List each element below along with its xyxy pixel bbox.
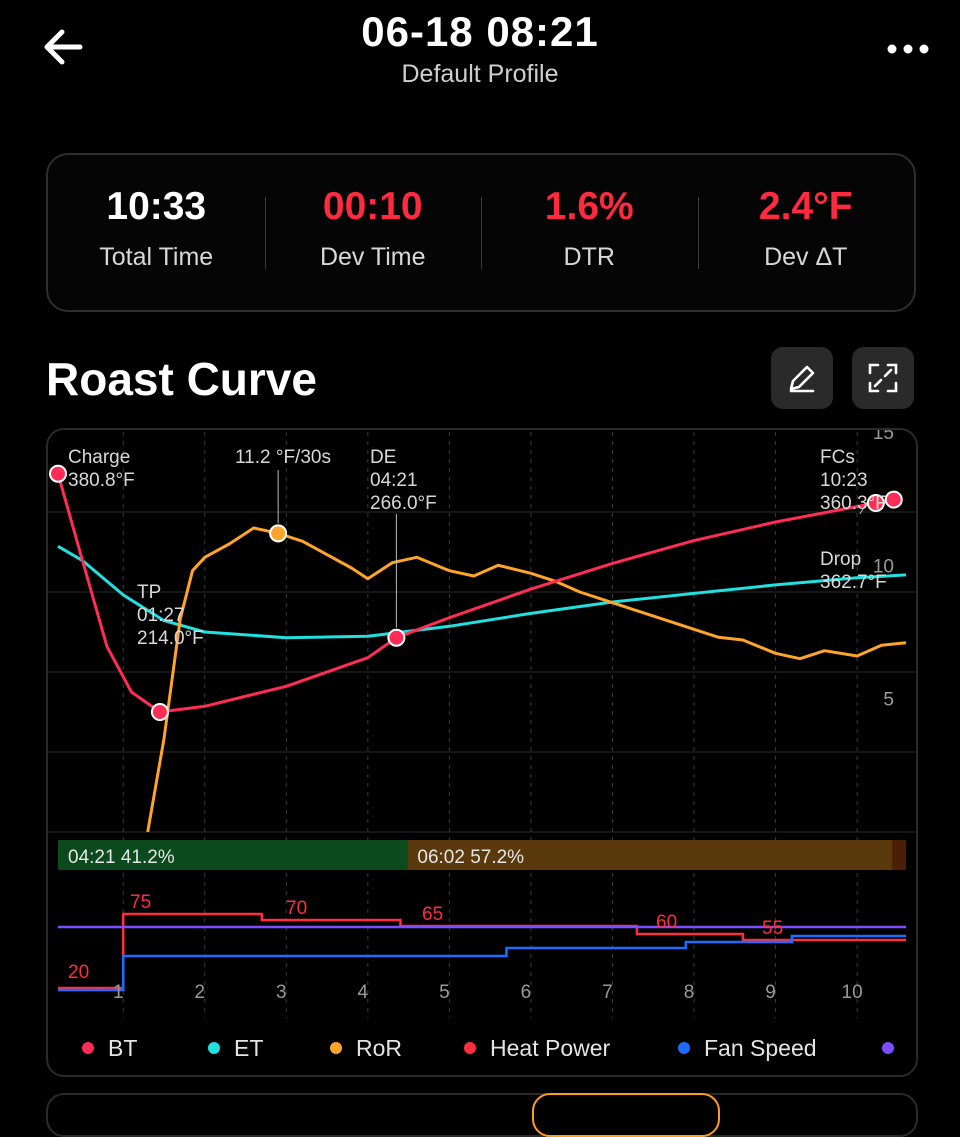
annot-fcs-value: 360.3°F xyxy=(820,493,887,514)
annot-ror-peak-label: 11.2 °F/30s xyxy=(235,447,331,468)
legend-dot xyxy=(208,1042,220,1054)
marker-charge xyxy=(49,464,67,483)
legend-label: BT xyxy=(108,1034,138,1061)
legend-extra[interactable] xyxy=(882,1042,908,1054)
page-title: 06-18 08:21 xyxy=(361,8,599,55)
x-axis-tick: 10 xyxy=(842,982,863,1003)
stat-label: Dev ΔT xyxy=(764,243,848,271)
legend-label: Fan Speed xyxy=(704,1034,817,1061)
annot-fcs-time: 10:23 xyxy=(820,470,868,491)
annot-tp-label: TP xyxy=(137,582,161,603)
marker-de xyxy=(387,628,406,647)
chart-plot: 15105Charge380.8°F11.2 °F/30s DE04:21266.… xyxy=(48,430,916,1018)
legend-dot xyxy=(678,1042,690,1054)
roast-stats-card: 10:33 Total Time 00:10 Dev Time 1.6% DTR… xyxy=(46,153,916,312)
annot-de-time: 04:21 xyxy=(370,470,418,491)
legend-bt[interactable]: BT xyxy=(82,1035,137,1062)
legend-label: ET xyxy=(234,1034,264,1061)
heat-power-value: 20 xyxy=(68,962,89,983)
annot-tp-time: 01:27 xyxy=(137,605,185,626)
series-bt xyxy=(56,473,895,714)
legend-fan-speed[interactable]: Fan Speed xyxy=(678,1035,817,1062)
edit-pencil-icon xyxy=(789,365,815,393)
more-button[interactable] xyxy=(886,38,930,56)
legend-label: RoR xyxy=(356,1034,403,1061)
x-axis-tick: 6 xyxy=(521,982,532,1003)
heat-power-value: 55 xyxy=(762,918,783,939)
annot-drop-label: Drop xyxy=(820,549,861,570)
stat-dev-delta-t: 2.4°F Dev ΔT xyxy=(697,155,915,310)
stat-label: Dev Time xyxy=(319,243,426,271)
stat-value: 10:33 xyxy=(106,185,207,228)
phase-bar-label: 04:21 41.2% xyxy=(68,847,175,868)
legend-dot xyxy=(882,1042,894,1054)
chart-legend: BT ET RoR Heat Power Fan Speed xyxy=(48,1028,916,1068)
more-horizontal-icon xyxy=(887,44,929,54)
x-axis-tick: 5 xyxy=(439,982,450,1003)
x-axis-tick: 2 xyxy=(194,982,205,1003)
legend-label: Heat Power xyxy=(490,1034,611,1061)
stat-dtr: 1.6% DTR xyxy=(481,155,698,310)
annot-charge-label: Charge xyxy=(68,447,130,468)
stat-total-time: 10:33 Total Time xyxy=(48,155,265,310)
section-title: Roast Curve xyxy=(46,353,317,405)
annot-charge-value: 380.8°F xyxy=(68,470,135,491)
annot-tp-value: 214.0°F xyxy=(137,628,204,649)
stat-label: DTR xyxy=(563,243,615,271)
marker-drop xyxy=(884,490,903,509)
stat-value: 2.4°F xyxy=(758,185,853,228)
annot-fcs-label: FCs xyxy=(820,447,855,468)
fullscreen-button[interactable] xyxy=(852,347,914,409)
x-axis-tick: 8 xyxy=(684,982,695,1003)
annot-drop-value: 362.7°F xyxy=(820,572,887,593)
x-axis-tick: 7 xyxy=(602,982,613,1003)
heat-power-value: 65 xyxy=(422,904,443,925)
roast-curve-chart[interactable]: 15 10 5 Charge 380.8°F 11.2 °F/30s DE 04:21 266.… xyxy=(46,428,918,1077)
edit-button[interactable] xyxy=(771,347,833,409)
legend-dot xyxy=(330,1042,342,1054)
heat-power-value: 70 xyxy=(286,898,307,919)
stat-value: 1.6% xyxy=(544,185,634,228)
heat-power-value: 60 xyxy=(656,912,677,933)
ror-axis-tick: 15 xyxy=(873,430,894,444)
stat-value: 00:10 xyxy=(322,185,423,228)
ror-axis-tick: 5 xyxy=(883,690,894,711)
x-axis-tick: 1 xyxy=(113,982,124,1003)
series-fan-speed xyxy=(58,934,906,992)
next-card-tab[interactable] xyxy=(532,1093,720,1137)
marker-ror-peak xyxy=(269,524,288,543)
next-card xyxy=(46,1093,918,1137)
stat-label: Total Time xyxy=(99,243,214,271)
legend-et[interactable]: ET xyxy=(208,1035,263,1062)
annot-de-value: 266.0°F xyxy=(370,493,437,514)
phase-bar-label: 06:02 57.2% xyxy=(417,847,524,868)
x-axis-tick: 9 xyxy=(765,982,776,1003)
fullscreen-icon xyxy=(868,363,898,393)
heat-power-value: 75 xyxy=(130,892,151,913)
legend-dot xyxy=(82,1042,94,1054)
marker-tp xyxy=(150,703,169,721)
phase-bar-segment xyxy=(892,840,906,870)
stat-dev-time: 00:10 Dev Time xyxy=(264,155,482,310)
x-axis-tick: 3 xyxy=(276,982,287,1003)
series-ror xyxy=(146,526,907,833)
profile-subtitle: Default Profile xyxy=(401,60,559,88)
legend-dot xyxy=(464,1042,476,1054)
legend-ror[interactable]: RoR xyxy=(330,1035,402,1062)
legend-heat-power[interactable]: Heat Power xyxy=(464,1035,610,1062)
annot-de-label: DE xyxy=(370,447,396,468)
x-axis-tick: 4 xyxy=(358,982,369,1003)
